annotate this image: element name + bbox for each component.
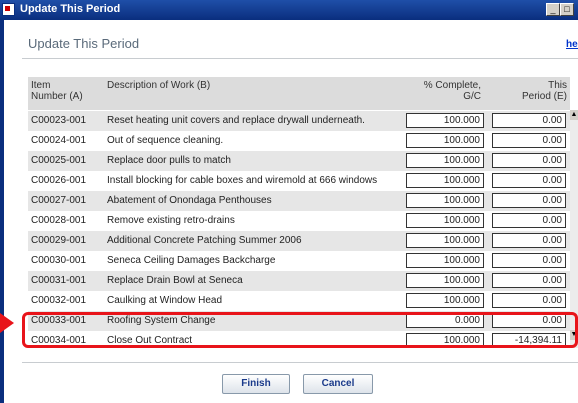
percent-complete-input[interactable]: 100.000 bbox=[406, 273, 484, 288]
highlight-annotation-box bbox=[22, 312, 578, 348]
work-description: Replace Drain Bowl at Seneca bbox=[107, 275, 243, 286]
work-description: Remove existing retro-drains bbox=[107, 215, 235, 226]
item-number: C00030-001 bbox=[31, 255, 87, 266]
table-row: C00032-001 Caulking at Window Head 100.000… bbox=[28, 291, 570, 311]
this-period-input[interactable]: 0.00 bbox=[492, 233, 566, 248]
column-header-percent-complete: % Complete, G/C bbox=[396, 77, 484, 110]
app-icon bbox=[2, 3, 15, 16]
work-description: Replace door pulls to match bbox=[107, 155, 231, 166]
table-row: C00024-001 Out of sequence cleaning. 100.0… bbox=[28, 131, 570, 151]
percent-complete-input[interactable]: 100.000 bbox=[406, 153, 484, 168]
cancel-button[interactable]: Cancel bbox=[303, 374, 373, 394]
item-number: C00027-001 bbox=[31, 195, 87, 206]
this-period-input[interactable]: 0.00 bbox=[492, 293, 566, 308]
column-header-item: Item Number (A) bbox=[28, 77, 104, 110]
this-period-input[interactable]: 0.00 bbox=[492, 173, 566, 188]
work-description: Reset heating unit covers and replace dr… bbox=[107, 115, 365, 126]
minimize-button[interactable]: _ bbox=[546, 3, 560, 16]
work-description: Seneca Ceiling Damages Backcharge bbox=[107, 255, 276, 266]
scroll-up-icon[interactable]: ▲ bbox=[570, 110, 578, 120]
work-description: Out of sequence cleaning. bbox=[107, 135, 224, 146]
table-row: C00026-001 Install blocking for cable box… bbox=[28, 171, 570, 191]
help-link[interactable]: hel bbox=[566, 39, 578, 50]
item-number: C00028-001 bbox=[31, 215, 87, 226]
percent-complete-input[interactable]: 100.000 bbox=[406, 253, 484, 268]
item-number: C00025-001 bbox=[31, 155, 87, 166]
work-description: Abatement of Onondaga Penthouses bbox=[107, 195, 272, 206]
table-row: C00031-001 Replace Drain Bowl at Seneca 10… bbox=[28, 271, 570, 291]
table-row: C00023-001 Reset heating unit covers and … bbox=[28, 111, 570, 131]
header-divider bbox=[22, 58, 578, 59]
percent-complete-input[interactable]: 100.000 bbox=[406, 193, 484, 208]
item-number: C00023-001 bbox=[31, 115, 87, 126]
item-number: C00029-001 bbox=[31, 235, 87, 246]
finish-button[interactable]: Finish bbox=[222, 374, 290, 394]
update-period-window: Update This Period _ □ Update This Perio… bbox=[0, 0, 578, 403]
table-row: C00027-001 Abatement of Onondaga Penthous… bbox=[28, 191, 570, 211]
percent-complete-input[interactable]: 100.000 bbox=[406, 213, 484, 228]
title-bar[interactable]: Update This Period _ □ bbox=[0, 0, 578, 20]
footer-divider bbox=[22, 362, 578, 363]
table-row: C00028-001 Remove existing retro-drains 10… bbox=[28, 211, 570, 231]
this-period-input[interactable]: 0.00 bbox=[492, 113, 566, 128]
table-row: C00025-001 Replace door pulls to match 100… bbox=[28, 151, 570, 171]
this-period-input[interactable]: 0.00 bbox=[492, 193, 566, 208]
pointer-arrow-icon bbox=[0, 313, 14, 333]
this-period-input[interactable]: 0.00 bbox=[492, 253, 566, 268]
table-row: C00030-001 Seneca Ceiling Damages Backcha… bbox=[28, 251, 570, 271]
work-description: Install blocking for cable boxes and wir… bbox=[107, 175, 378, 186]
item-number: C00032-001 bbox=[31, 295, 87, 306]
table-row: C00029-001 Additional Concrete Patching S… bbox=[28, 231, 570, 251]
percent-complete-input[interactable]: 100.000 bbox=[406, 113, 484, 128]
maximize-button[interactable]: □ bbox=[560, 3, 574, 16]
column-header-description: Description of Work (B) bbox=[104, 77, 396, 110]
work-description: Additional Concrete Patching Summer 2006 bbox=[107, 235, 302, 246]
this-period-input[interactable]: 0.00 bbox=[492, 213, 566, 228]
window-left-border bbox=[0, 20, 4, 403]
window-title: Update This Period bbox=[20, 3, 121, 15]
percent-complete-input[interactable]: 100.000 bbox=[406, 173, 484, 188]
work-description: Caulking at Window Head bbox=[107, 295, 223, 306]
percent-complete-input[interactable]: 100.000 bbox=[406, 133, 484, 148]
item-number: C00031-001 bbox=[31, 275, 87, 286]
this-period-input[interactable]: 0.00 bbox=[492, 153, 566, 168]
column-header-this-period: This Period (E) bbox=[484, 77, 570, 110]
percent-complete-input[interactable]: 100.000 bbox=[406, 293, 484, 308]
this-period-input[interactable]: 0.00 bbox=[492, 133, 566, 148]
item-number: C00026-001 bbox=[31, 175, 87, 186]
this-period-input[interactable]: 0.00 bbox=[492, 273, 566, 288]
page-title: Update This Period bbox=[28, 36, 140, 51]
percent-complete-input[interactable]: 100.000 bbox=[406, 233, 484, 248]
item-number: C00024-001 bbox=[31, 135, 87, 146]
